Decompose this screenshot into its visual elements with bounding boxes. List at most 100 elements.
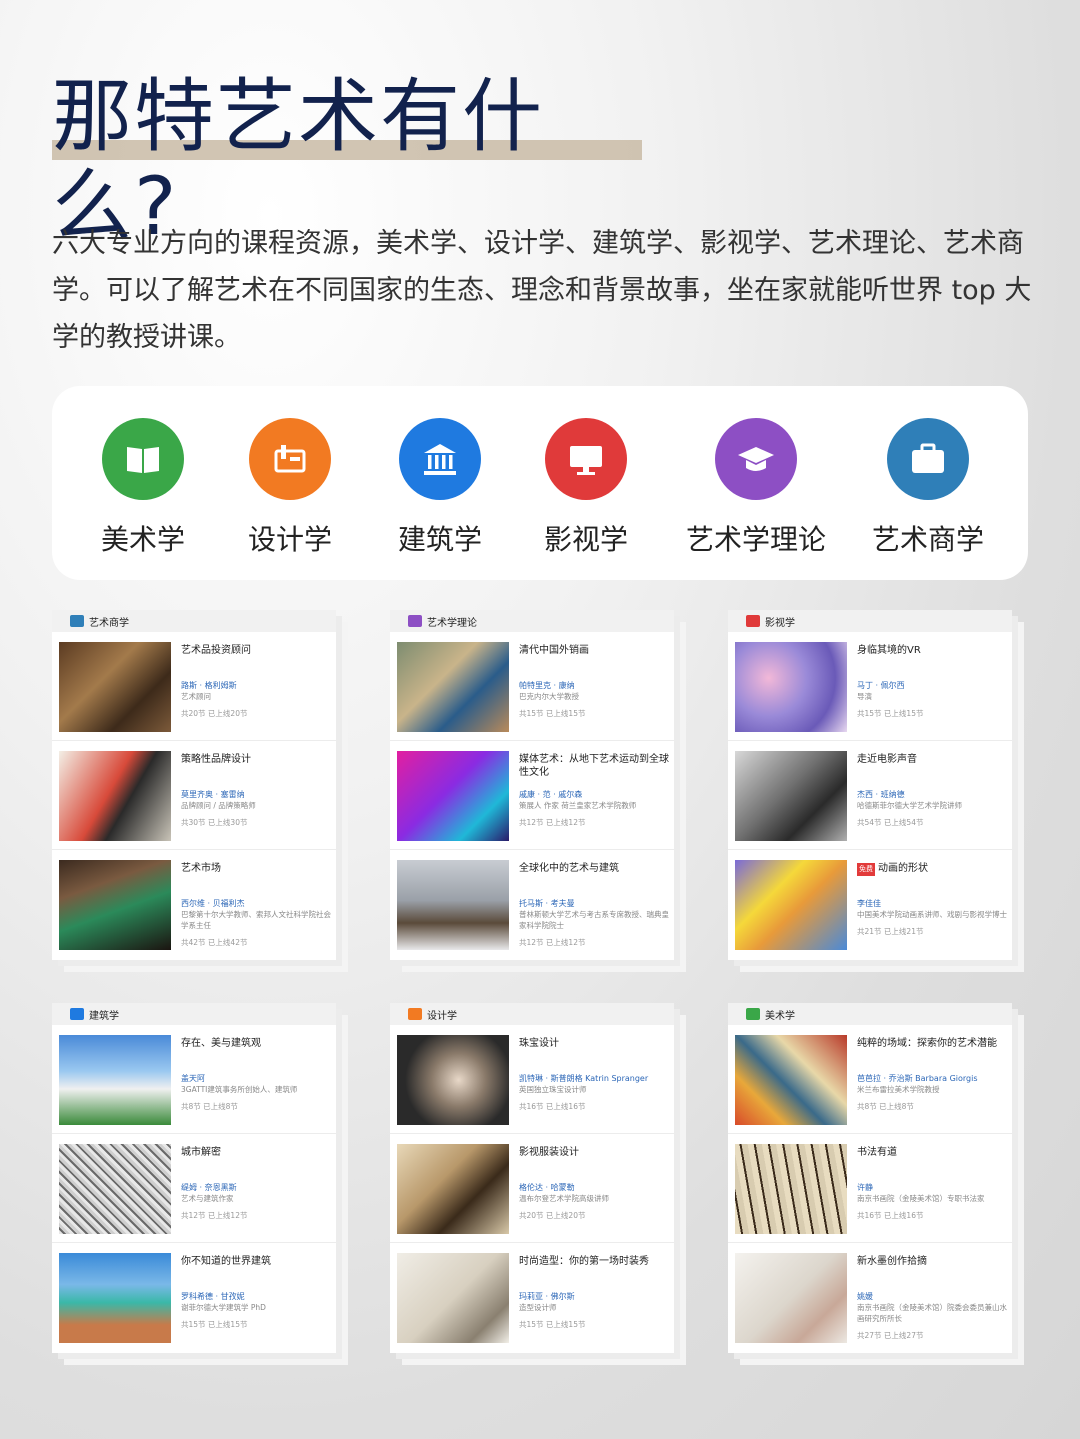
course-thumbnail — [59, 1253, 171, 1343]
category-panel: 美术学 设计学 建筑学 影视学 艺术学理论 艺术商学 — [52, 386, 1028, 580]
course-teacher: 玛莉亚 · 佛尔斯 — [519, 1292, 575, 1301]
course-thumbnail — [59, 860, 171, 950]
course-item[interactable]: 免费 动画的形状 李佳佳 中国美术学院动画系讲师、戏剧与影视学博士 共21节 已上… — [728, 850, 1012, 959]
course-lessons: 共20节 已上线20节 — [519, 1211, 586, 1220]
course-teacher: 李佳佳 — [857, 899, 881, 908]
card-header-label: 美术学 — [765, 1010, 795, 1022]
category-art-theory[interactable]: 艺术学理论 — [676, 418, 836, 558]
course-item[interactable]: 走近电影声音 杰西 · 班纳德 哈德斯菲尔德大学艺术学院讲师 共54节 已上线5… — [728, 741, 1012, 850]
course-teacher-role: 米兰布雷拉美术学院教授 — [857, 1085, 940, 1094]
course-thumbnail — [735, 1144, 847, 1234]
course-lessons: 共12节 已上线12节 — [181, 1211, 248, 1220]
course-lessons: 共16节 已上线16节 — [857, 1211, 924, 1220]
course-teacher-role: 艺术与建筑作家 — [181, 1194, 234, 1203]
course-item[interactable]: 书法有道 许静 南京书画院（金陵美术馆）专职书法家 共16节 已上线16节 — [728, 1134, 1012, 1243]
category-label: 影视学 — [543, 523, 628, 556]
card-header-label: 艺术学理论 — [427, 617, 477, 629]
course-card-film: 影视学 身临其境的VR 马丁 · 佩尔西 导演 共15节 已上线15节 走近电影… — [728, 610, 1012, 960]
course-teacher-role: 艺术顾问 — [181, 692, 211, 701]
category-design[interactable]: 设计学 — [210, 418, 370, 558]
book-icon — [102, 418, 184, 500]
design-tool-icon — [249, 418, 331, 500]
course-teacher-role: 南京书画院（金陵美术馆）院委会委员兼山水画研究所所长 — [857, 1303, 1007, 1323]
bank-building-icon — [70, 1008, 84, 1020]
category-fine-arts[interactable]: 美术学 — [63, 418, 223, 558]
card-header: 艺术学理论 — [390, 610, 674, 632]
course-item[interactable]: 清代中国外销画 帕特里克 · 康纳 巴克内尔大学教授 共15节 已上线15节 — [390, 632, 674, 741]
course-item[interactable]: 城市解密 缇姆 · 奈恩黑斯 艺术与建筑作家 共12节 已上线12节 — [52, 1134, 336, 1243]
course-item[interactable]: 艺术品投资顾问 路斯 · 格利姆斯 艺术顾问 共20节 已上线20节 — [52, 632, 336, 741]
course-teacher: 西尔维 · 贝福利杰 — [181, 899, 245, 908]
course-item[interactable]: 你不知道的世界建筑 罗科希德 · 甘孜妮 谢菲尔德大学建筑学 PhD 共15节 … — [52, 1243, 336, 1352]
monitor-icon — [545, 418, 627, 500]
course-teacher-role: 中国美术学院动画系讲师、戏剧与影视学博士 — [857, 910, 1007, 919]
course-thumbnail — [59, 1035, 171, 1125]
course-teacher-role: 策展人 作家 荷兰皇家艺术学院教师 — [519, 801, 637, 810]
course-teacher: 凯特琳 · 斯普朗格 Katrin Spranger — [519, 1074, 649, 1083]
course-teacher-role: 品牌顾问 / 品牌策略师 — [181, 801, 256, 810]
course-teacher-role: 导演 — [857, 692, 872, 701]
briefcase-icon — [887, 418, 969, 500]
graduation-cap-icon — [408, 615, 422, 627]
course-teacher: 莫里齐奥 · 塞雷纳 — [181, 790, 245, 799]
course-title: 城市解密 — [181, 1147, 221, 1158]
course-thumbnail — [735, 1035, 847, 1125]
category-architecture[interactable]: 建筑学 — [360, 418, 520, 558]
course-teacher: 罗科希德 · 甘孜妮 — [181, 1292, 245, 1301]
course-teacher: 托马斯 · 考夫曼 — [519, 899, 575, 908]
course-lessons: 共15节 已上线15节 — [857, 709, 924, 718]
course-title: 免费 动画的形状 — [857, 862, 1007, 890]
course-item[interactable]: 存在、美与建筑观 盖天阿 3GATTI建筑事务所创始人、建筑师 共8节 已上线8… — [52, 1025, 336, 1134]
course-thumbnail — [397, 860, 509, 950]
course-teacher: 帕特里克 · 康纳 — [519, 681, 575, 690]
course-thumbnail — [397, 642, 509, 732]
card-header: 影视学 — [728, 610, 1012, 632]
briefcase-icon — [70, 615, 84, 627]
course-card-art-theory: 艺术学理论 清代中国外销画 帕特里克 · 康纳 巴克内尔大学教授 共15节 已上… — [390, 610, 674, 960]
course-item[interactable]: 策略性品牌设计 莫里齐奥 · 塞雷纳 品牌顾问 / 品牌策略师 共30节 已上线… — [52, 741, 336, 850]
card-header: 设计学 — [390, 1003, 674, 1025]
course-item[interactable]: 珠宝设计 凯特琳 · 斯普朗格 Katrin Spranger 英国独立珠宝设计… — [390, 1025, 674, 1134]
course-teacher-role: 3GATTI建筑事务所创始人、建筑师 — [181, 1085, 298, 1094]
course-card-art-business: 艺术商学 艺术品投资顾问 路斯 · 格利姆斯 艺术顾问 共20节 已上线20节 … — [52, 610, 336, 960]
category-label: 艺术商学 — [871, 523, 984, 556]
course-title: 时尚造型：你的第一场时装秀 — [519, 1256, 649, 1267]
course-teacher: 马丁 · 佩尔西 — [857, 681, 905, 690]
course-thumbnail — [397, 1253, 509, 1343]
course-title: 你不知道的世界建筑 — [181, 1256, 271, 1267]
course-lessons: 共15节 已上线15节 — [519, 709, 586, 718]
course-teacher: 戚康 · 范 · 戚尔森 — [519, 790, 583, 799]
card-header-label: 影视学 — [765, 617, 795, 629]
course-item[interactable]: 纯粹的场域：探索你的艺术潜能 芭芭拉 · 乔治斯 Barbara Giorgis… — [728, 1025, 1012, 1134]
course-card-design: 设计学 珠宝设计 凯特琳 · 斯普朗格 Katrin Spranger 英国独立… — [390, 1003, 674, 1353]
intro-text: 六大专业方向的课程资源，美术学、设计学、建筑学、影视学、艺术理论、艺术商学。可以… — [52, 228, 1032, 353]
title-area: 那特艺术有什么? — [52, 72, 652, 252]
monitor-icon — [746, 615, 760, 627]
course-item[interactable]: 艺术市场 西尔维 · 贝福利杰 巴黎第十尔大学教师、索邦人文社科学院社会学系主任… — [52, 850, 336, 959]
category-film[interactable]: 影视学 — [506, 418, 666, 558]
course-teacher: 杰西 · 班纳德 — [857, 790, 905, 799]
course-title: 艺术品投资顾问 — [181, 645, 251, 656]
course-teacher-role: 谢菲尔德大学建筑学 PhD — [181, 1303, 266, 1312]
course-item[interactable]: 新水墨创作拾摘 姚媛 南京书画院（金陵美术馆）院委会委员兼山水画研究所所长 共2… — [728, 1243, 1012, 1352]
category-label: 建筑学 — [397, 523, 482, 556]
course-lessons: 共8节 已上线8节 — [857, 1102, 914, 1111]
course-thumbnail — [735, 860, 847, 950]
card-header-label: 设计学 — [427, 1010, 457, 1022]
course-item[interactable]: 全球化中的艺术与建筑 托马斯 · 考夫曼 普林斯顿大学艺术与考古系专席教授、瑞典… — [390, 850, 674, 959]
course-lessons: 共27节 已上线27节 — [857, 1331, 924, 1340]
course-item[interactable]: 时尚造型：你的第一场时装秀 玛莉亚 · 佛尔斯 造型设计师 共15节 已上线15… — [390, 1243, 674, 1352]
book-icon — [746, 1008, 760, 1020]
course-thumbnail — [59, 1144, 171, 1234]
course-title: 清代中国外销画 — [519, 645, 589, 656]
course-teacher: 盖天阿 — [181, 1074, 205, 1083]
course-teacher-role: 普林斯顿大学艺术与考古系专席教授、瑞典皇家科学院院士 — [519, 910, 669, 930]
course-title: 纯粹的场域：探索你的艺术潜能 — [857, 1038, 997, 1049]
course-item[interactable]: 影视服装设计 格伦达 · 哈蒙勒 温布尔登艺术学院高级讲师 共20节 已上线20… — [390, 1134, 674, 1243]
category-art-business[interactable]: 艺术商学 — [848, 418, 1008, 558]
course-card-architecture: 建筑学 存在、美与建筑观 盖天阿 3GATTI建筑事务所创始人、建筑师 共8节 … — [52, 1003, 336, 1353]
course-thumbnail — [397, 1035, 509, 1125]
design-tool-icon — [408, 1008, 422, 1020]
course-item[interactable]: 媒体艺术：从地下艺术运动到全球性文化 戚康 · 范 · 戚尔森 策展人 作家 荷… — [390, 741, 674, 850]
course-item[interactable]: 身临其境的VR 马丁 · 佩尔西 导演 共15节 已上线15节 — [728, 632, 1012, 741]
